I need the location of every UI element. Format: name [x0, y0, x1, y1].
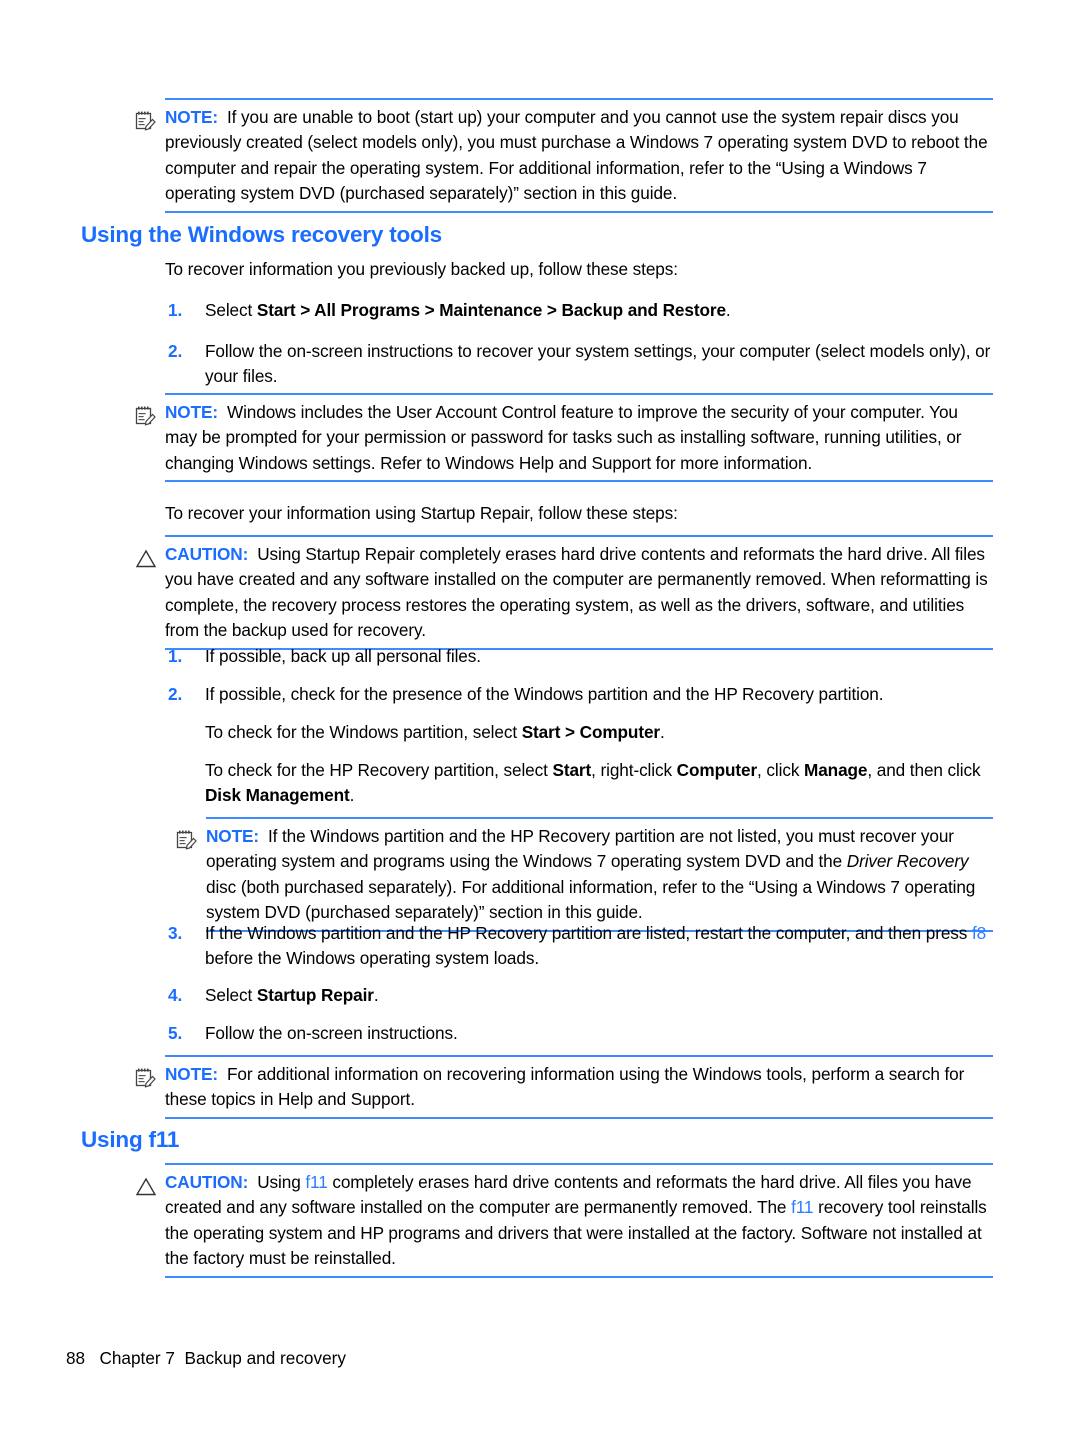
note-pencil-icon [176, 830, 197, 850]
note-text: For additional information on recovering… [165, 1064, 965, 1110]
list-item-text: If possible, back up all personal files. [205, 646, 481, 666]
list-text-pre: If the Windows partition and the HP Reco… [205, 923, 972, 943]
list-text-bold: Start > All Programs > Maintenance > Bac… [256, 300, 726, 320]
caution-label: CAUTION: [165, 1172, 249, 1192]
list-text-bold: Startup Repair [256, 985, 374, 1005]
list-item: 3. If the Windows partition and the HP R… [165, 921, 993, 972]
note-text: If you are unable to boot (start up) you… [165, 107, 988, 204]
list-text-pre: Select [205, 985, 257, 1005]
caution-body: CAUTION: Using Startup Repair completely … [165, 535, 993, 650]
page-heading-2: Using f11 [81, 1127, 180, 1152]
sub-text-bold-manage: Manage [804, 760, 868, 780]
list-item: 5. Follow the on-screen instructions. [165, 1021, 993, 1046]
note-label: NOTE: [165, 402, 218, 422]
list-sub-paragraph: To check for the HP Recovery partition, … [165, 758, 993, 809]
list-number: 2. [168, 341, 183, 361]
list-text-post: . [725, 300, 731, 320]
note-pencil-icon [135, 1068, 156, 1088]
rule-line-bottom [165, 1116, 993, 1119]
key-f11-second: f11 [791, 1197, 814, 1218]
list-number: 4. [168, 985, 183, 1005]
list-item-text: Select Startup Repair. [205, 983, 993, 1008]
note-block-2: NOTE: Windows includes the User Account C… [131, 393, 993, 483]
rule-line-top [165, 1055, 993, 1057]
list-number: 1. [168, 646, 183, 666]
list-number: 2. [168, 684, 183, 704]
sub-text-bold-computer: Computer [676, 760, 758, 780]
list-sub-text: To check for the HP Recovery partition, … [205, 758, 993, 809]
rule-line-top [206, 817, 993, 819]
list-number: 3. [168, 923, 183, 943]
note-pencil-icon [135, 406, 156, 426]
sub-text-pre: To check for the Windows partition, sele… [205, 722, 522, 742]
note-label: NOTE: [165, 107, 218, 127]
list-item: 4. Select Startup Repair. [165, 983, 993, 1008]
sub-text-mid-1: , right-click [591, 760, 677, 780]
note-block-4: NOTE: For additional information on recov… [131, 1055, 993, 1119]
intro-paragraph-2: To recover your information using Startu… [165, 503, 678, 523]
note-body: NOTE: If you are unable to boot (start up… [165, 98, 993, 213]
list-item-text: Follow the on-screen instructions. [205, 1023, 458, 1043]
rule-line-bottom [165, 1275, 993, 1278]
intro-paragraph-1: To recover information you previously ba… [165, 259, 678, 279]
rule-line-bottom [165, 480, 993, 483]
footer-page-number: 88 [66, 1348, 86, 1368]
caution-text-pre: Using [257, 1172, 306, 1192]
list-text-post: before the Windows operating system load… [205, 948, 539, 969]
list-number: 1. [168, 300, 183, 320]
note-text-italic: Driver Recovery [846, 851, 969, 872]
list-sub-text: To check for the Windows partition, sele… [205, 720, 993, 745]
note-block-3: NOTE: If the Windows partition and the HP… [172, 817, 993, 932]
list-sub-paragraph: To check for the Windows partition, sele… [165, 720, 993, 745]
list-item: 1. Select Start > All Programs > Mainten… [165, 298, 993, 323]
note-label: NOTE: [206, 826, 259, 846]
sub-text-pre: To check for the HP Recovery partition, … [205, 760, 553, 780]
sub-text-post: . [660, 722, 665, 742]
page-footer: 88 Chapter 7 Backup and recovery [66, 1347, 346, 1369]
note-pencil-icon [135, 111, 156, 131]
note-text: Windows includes the User Account Contro… [165, 402, 962, 473]
note-block-1: NOTE: If you are unable to boot (start up… [131, 98, 993, 213]
caution-body: CAUTION: Using f11 completely erases hard… [165, 1163, 993, 1278]
caution-triangle-icon [135, 1177, 157, 1196]
note-text-pre: If the Windows partition and the HP Reco… [206, 826, 954, 872]
sub-text-post: . [349, 785, 355, 806]
sub-text-mid-3: , and then click [867, 760, 981, 780]
list-item: 1. If possible, back up all personal fil… [165, 644, 993, 669]
caution-text: Using Startup Repair completely erases h… [165, 544, 988, 641]
note-body: NOTE: Windows includes the User Account C… [165, 393, 993, 482]
list-item-text: Select Start > All Programs > Maintenanc… [205, 298, 993, 323]
sub-text-bold-disk-management: Disk Management [205, 785, 350, 806]
list-item-text: Follow the on-screen instructions to rec… [205, 341, 991, 387]
note-body: NOTE: If the Windows partition and the HP… [206, 817, 993, 932]
note-label: NOTE: [165, 1064, 218, 1084]
document-page: NOTE: If you are unable to boot (start up… [0, 0, 1080, 1437]
list-item: 2. Follow the on-screen instructions to … [165, 339, 993, 390]
footer-chapter: Chapter 7 [99, 1348, 175, 1368]
list-number: 5. [168, 1023, 183, 1043]
list-item-text: If the Windows partition and the HP Reco… [205, 921, 993, 972]
note-body: NOTE: For additional information on recov… [165, 1055, 993, 1119]
footer-chapter-title: Backup and recovery [184, 1348, 346, 1368]
note-text-post: disc (both purchased separately). For ad… [206, 876, 976, 923]
rule-line-top [165, 98, 993, 100]
list-text-pre: Select [205, 300, 257, 320]
sub-text-bold-start: Start [552, 760, 592, 780]
rule-line-top [165, 393, 993, 395]
caution-block-2: CAUTION: Using f11 completely erases hard… [131, 1163, 993, 1278]
rule-line-bottom [165, 210, 993, 213]
rule-line-top [165, 1163, 993, 1165]
page-heading-1: Using the Windows recovery tools [81, 222, 442, 247]
rule-line-top [165, 535, 993, 537]
caution-triangle-icon [135, 549, 157, 568]
list-text-post: . [373, 985, 379, 1005]
caution-label: CAUTION: [165, 544, 249, 564]
key-f8: f8 [971, 923, 987, 943]
sub-text-mid-2: , click [757, 760, 804, 780]
key-f11-first: f11 [305, 1172, 328, 1192]
list-item-text: If possible, check for the presence of t… [205, 684, 884, 704]
caution-block-1: CAUTION: Using Startup Repair completely … [131, 535, 993, 650]
sub-text-bold: Start > Computer [521, 722, 660, 742]
list-item: 2. If possible, check for the presence o… [165, 682, 993, 707]
